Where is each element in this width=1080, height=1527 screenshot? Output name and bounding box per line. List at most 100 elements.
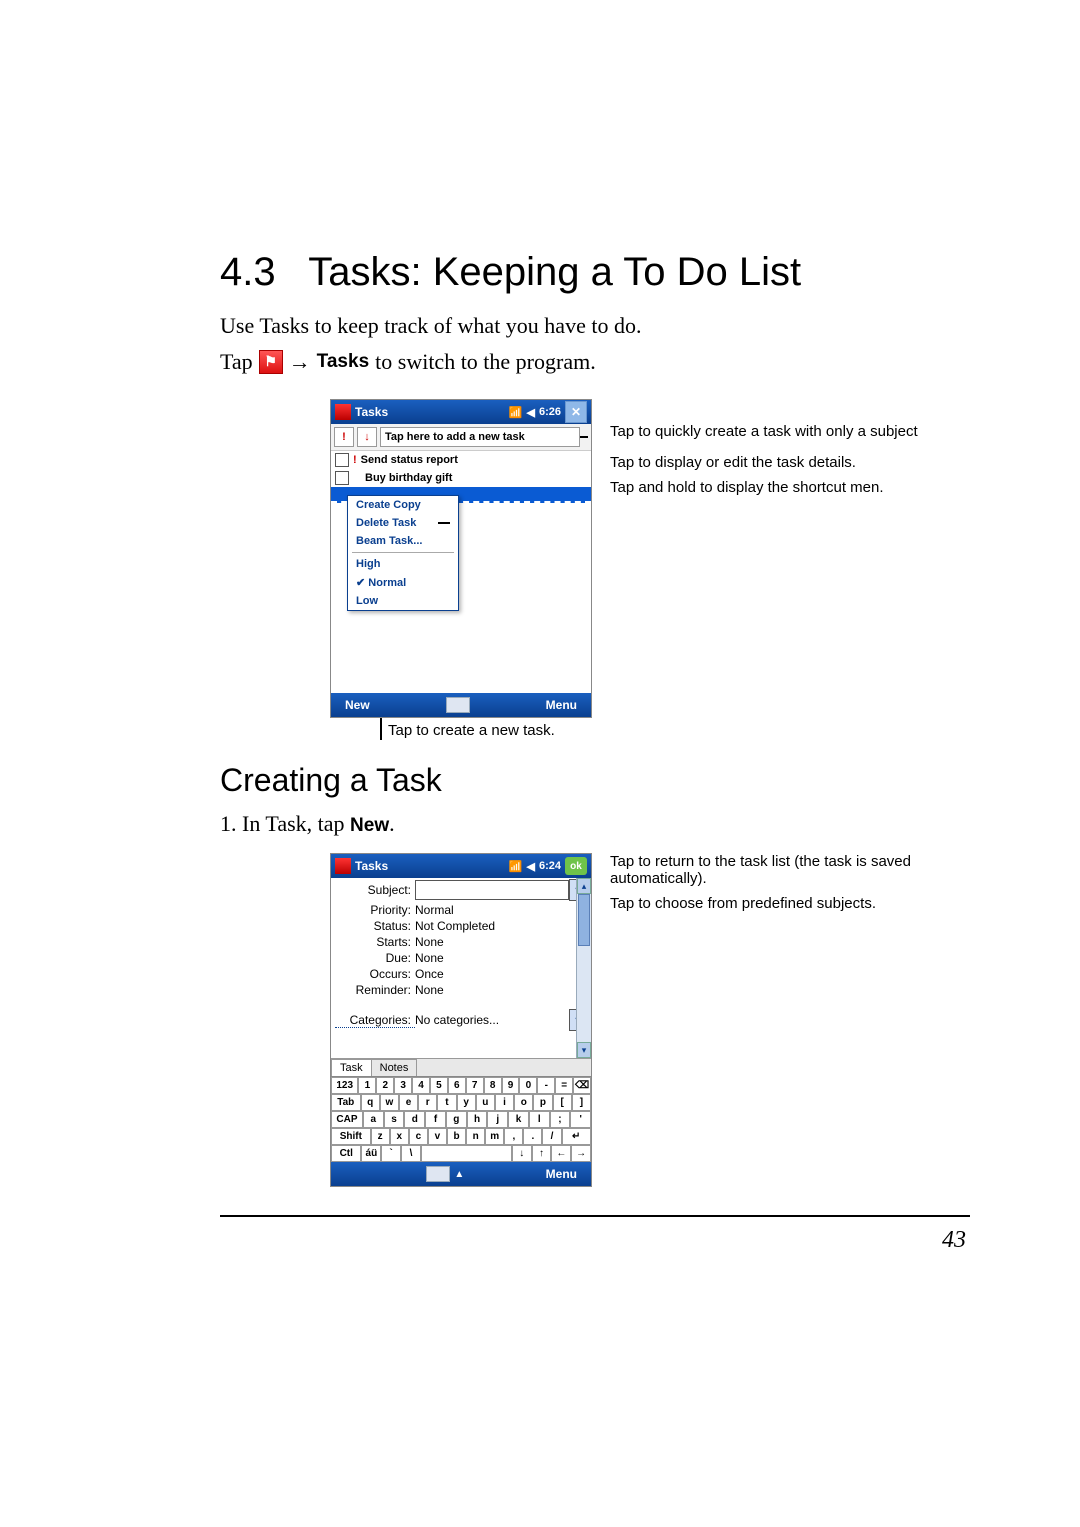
key[interactable]: f [425, 1111, 446, 1128]
key[interactable]: , [504, 1128, 523, 1145]
row-status[interactable]: Status: Not Completed [331, 918, 591, 934]
key[interactable]: ' [570, 1111, 591, 1128]
tab-notes[interactable]: Notes [371, 1059, 418, 1076]
checkbox-icon[interactable] [335, 471, 349, 485]
tab-task[interactable]: Task [331, 1059, 372, 1076]
key[interactable]: l [529, 1111, 550, 1128]
key[interactable]: w [380, 1094, 399, 1111]
key-intl[interactable]: áü [361, 1145, 381, 1162]
priority-filter-icon[interactable]: ! [334, 427, 354, 447]
keyboard-toggle-icon[interactable] [426, 1166, 450, 1182]
menu-priority-normal[interactable]: ✔ Normal [348, 573, 458, 592]
key[interactable]: r [418, 1094, 437, 1111]
subject-input[interactable] [415, 880, 569, 900]
row-starts[interactable]: Starts: None [331, 934, 591, 950]
key[interactable]: a [363, 1111, 384, 1128]
key[interactable]: q [361, 1094, 380, 1111]
key[interactable]: c [409, 1128, 428, 1145]
menu-beam-task[interactable]: Beam Task... [348, 532, 458, 550]
scroll-down-icon[interactable]: ▾ [577, 1042, 591, 1058]
menu-create-copy[interactable]: Create Copy [348, 496, 458, 514]
key[interactable]: z [371, 1128, 390, 1145]
task-row-1[interactable]: ! Send status report [331, 451, 591, 469]
key-down[interactable]: ↓ [512, 1145, 532, 1162]
row-due[interactable]: Due: None [331, 950, 591, 966]
key[interactable]: p [533, 1094, 552, 1111]
key[interactable]: 1 [358, 1077, 376, 1094]
task-row-2[interactable]: Buy birthday gift [331, 469, 591, 487]
key[interactable]: v [428, 1128, 447, 1145]
key[interactable]: 5 [430, 1077, 448, 1094]
key[interactable]: y [457, 1094, 476, 1111]
key[interactable]: g [446, 1111, 467, 1128]
key[interactable]: 2 [376, 1077, 394, 1094]
menu-priority-high[interactable]: High [348, 555, 458, 573]
row-priority[interactable]: Priority: Normal [331, 902, 591, 918]
key-enter[interactable]: ↵ [562, 1128, 591, 1145]
key[interactable]: 3 [394, 1077, 412, 1094]
key[interactable]: m [485, 1128, 504, 1145]
start-flag-icon[interactable] [335, 404, 351, 420]
key[interactable]: = [555, 1077, 573, 1094]
row-reminder[interactable]: Reminder: None [331, 982, 591, 998]
keyboard-toggle-icon[interactable] [446, 697, 470, 713]
key[interactable]: 4 [412, 1077, 430, 1094]
sip-arrow-icon[interactable]: ▲ [454, 1169, 464, 1180]
key[interactable]: x [390, 1128, 409, 1145]
key-tab[interactable]: Tab [331, 1094, 361, 1111]
key-space[interactable] [421, 1145, 512, 1162]
key[interactable]: [ [553, 1094, 572, 1111]
ok-button[interactable]: ok [565, 857, 587, 875]
key[interactable]: s [384, 1111, 405, 1128]
menu-priority-low[interactable]: Low [348, 592, 458, 610]
row-occurs[interactable]: Occurs: Once [331, 966, 591, 982]
section-number: 4.3 [220, 250, 276, 294]
scroll-thumb[interactable] [578, 894, 590, 946]
row-categories[interactable]: Categories: No categories... ▼ [331, 1008, 591, 1032]
sort-icon[interactable]: ↓ [357, 427, 377, 447]
key[interactable]: - [537, 1077, 555, 1094]
key-backspace[interactable]: ⌫ [573, 1077, 591, 1094]
key-shift[interactable]: Shift [331, 1128, 371, 1145]
key[interactable]: . [523, 1128, 542, 1145]
onscreen-keyboard[interactable]: 123 1 2 3 4 5 6 7 8 9 0 - = ⌫ [331, 1076, 591, 1162]
key[interactable]: 0 [519, 1077, 537, 1094]
key[interactable]: e [399, 1094, 418, 1111]
key[interactable]: 123 [331, 1077, 358, 1094]
key[interactable]: k [508, 1111, 529, 1128]
checkbox-icon[interactable] [335, 453, 349, 467]
key[interactable]: / [542, 1128, 561, 1145]
key[interactable]: 6 [448, 1077, 466, 1094]
key[interactable]: j [487, 1111, 508, 1128]
key[interactable]: i [495, 1094, 514, 1111]
softkey-menu[interactable]: Menu [546, 698, 577, 712]
key[interactable]: 7 [466, 1077, 484, 1094]
softkey-menu[interactable]: Menu [546, 1167, 577, 1181]
start-flag-icon[interactable] [335, 858, 351, 874]
scroll-track[interactable] [577, 894, 591, 1042]
key-caps[interactable]: CAP [331, 1111, 363, 1128]
key[interactable]: ] [572, 1094, 591, 1111]
key-ctl[interactable]: Ctl [331, 1145, 361, 1162]
key[interactable]: b [447, 1128, 466, 1145]
scroll-up-icon[interactable]: ▴ [577, 878, 591, 894]
softkey-new[interactable]: New [345, 698, 370, 712]
key-up[interactable]: ↑ [532, 1145, 552, 1162]
scrollbar[interactable]: ▴ ▾ [576, 878, 591, 1058]
menu-delete-task[interactable]: Delete Task [356, 517, 416, 529]
key[interactable]: n [466, 1128, 485, 1145]
key[interactable]: h [467, 1111, 488, 1128]
key[interactable]: t [437, 1094, 456, 1111]
key[interactable]: ` [381, 1145, 401, 1162]
key-left[interactable]: ← [551, 1145, 571, 1162]
key[interactable]: d [404, 1111, 425, 1128]
key[interactable]: \ [401, 1145, 421, 1162]
close-button[interactable]: ✕ [565, 401, 587, 423]
key[interactable]: 8 [484, 1077, 502, 1094]
key-right[interactable]: → [571, 1145, 591, 1162]
key[interactable]: u [476, 1094, 495, 1111]
key[interactable]: 9 [502, 1077, 520, 1094]
key[interactable]: ; [550, 1111, 571, 1128]
add-task-input[interactable]: Tap here to add a new task [380, 427, 580, 447]
key[interactable]: o [514, 1094, 533, 1111]
